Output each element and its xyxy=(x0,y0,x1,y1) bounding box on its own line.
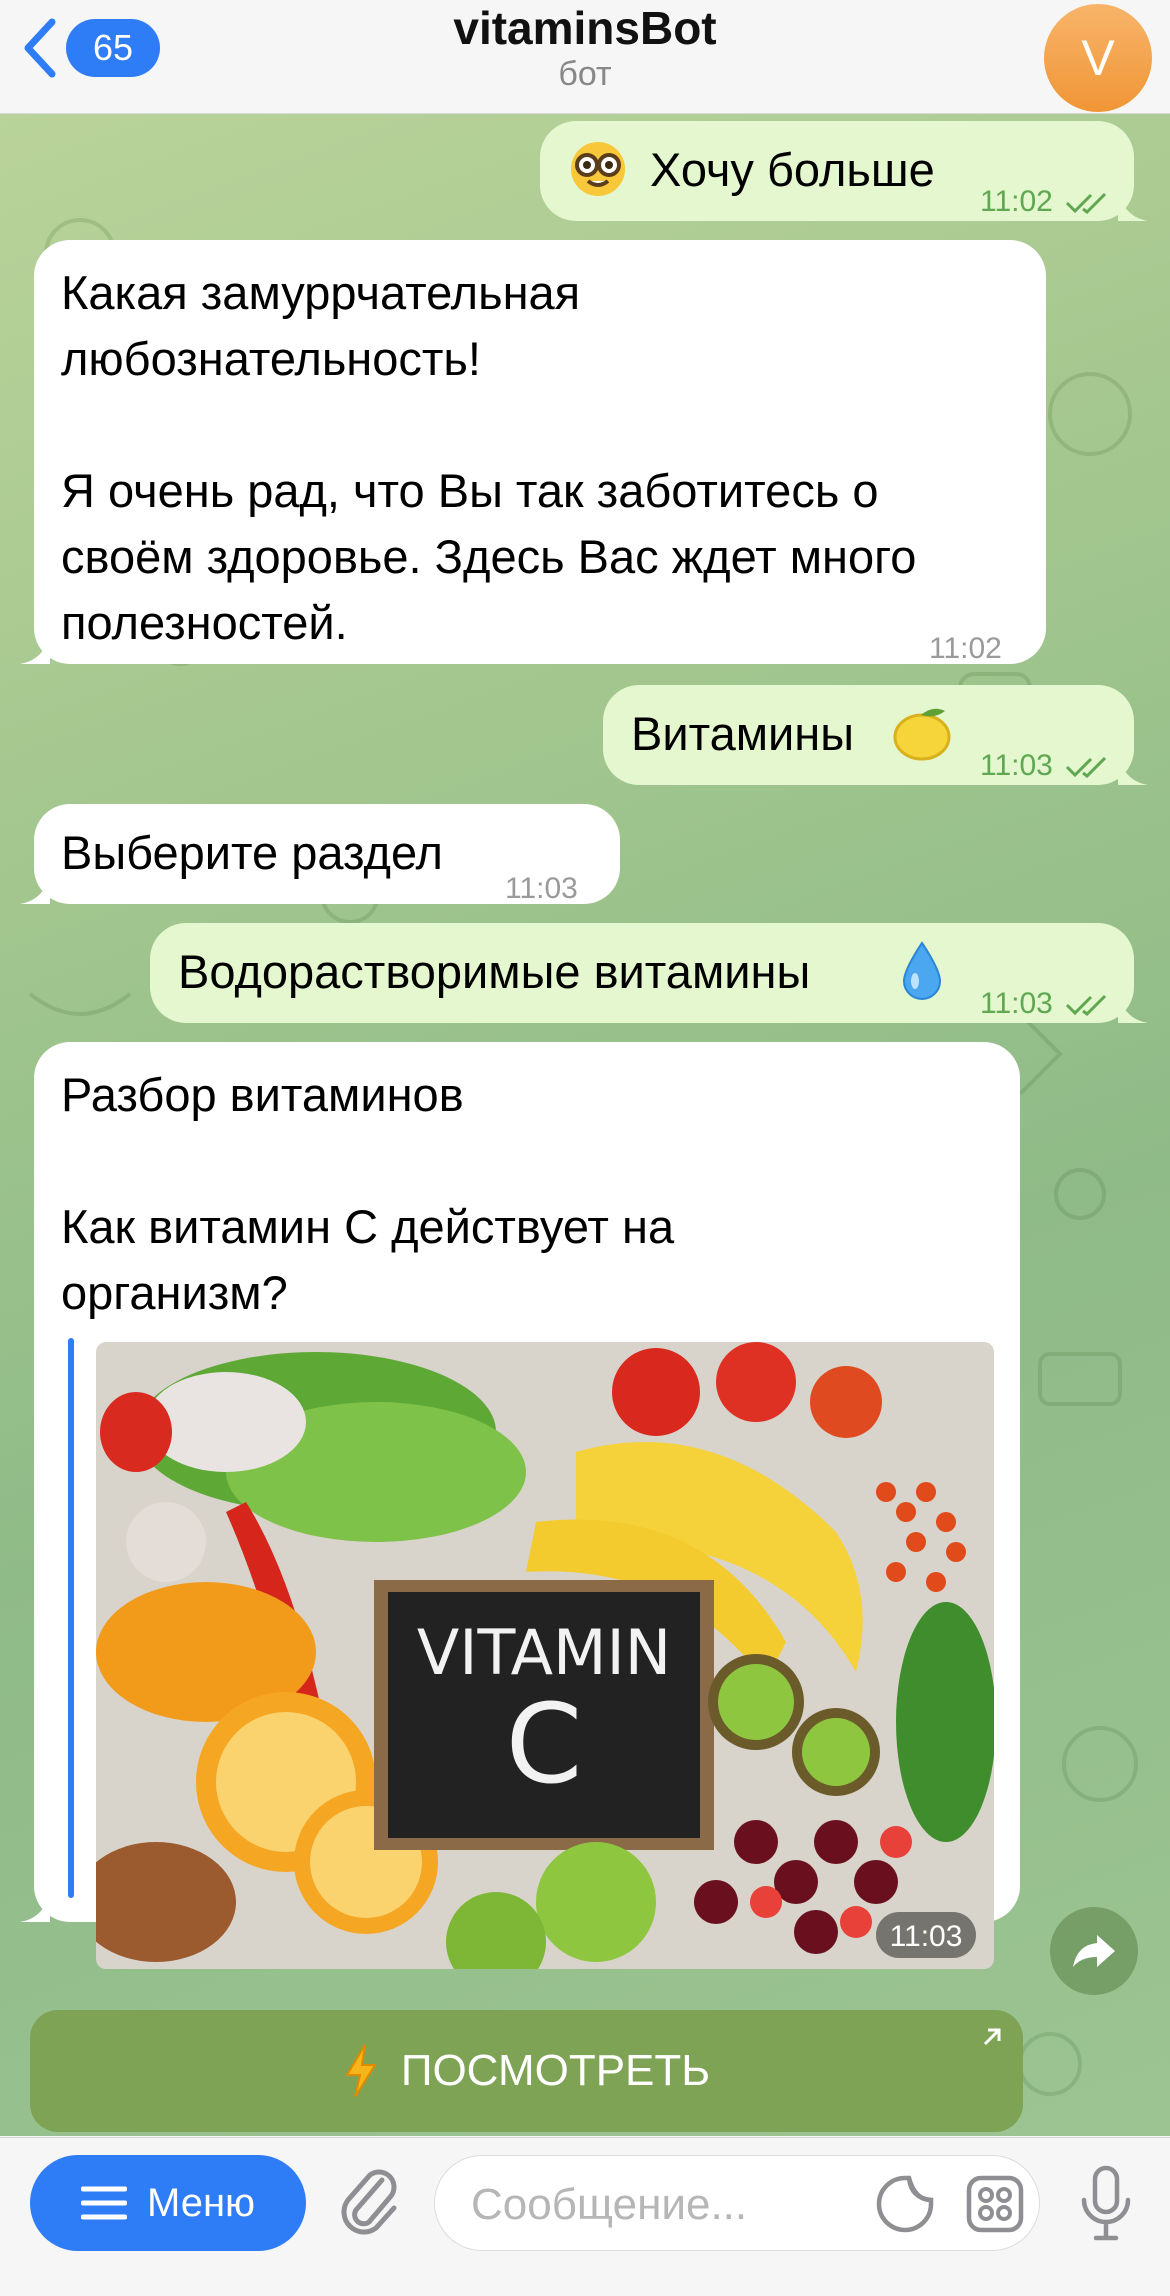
double-check-icon xyxy=(1066,757,1107,779)
input-bar: Меню Сообщение... xyxy=(0,2137,1170,2296)
microphone-icon[interactable] xyxy=(1078,2164,1134,2244)
message-input-placeholder: Сообщение... xyxy=(471,2180,748,2229)
message-text: Какая замуррчательная любознательность! … xyxy=(61,266,917,649)
double-check-icon xyxy=(1066,193,1107,215)
double-check-icon xyxy=(1066,995,1107,1017)
chat-title-block[interactable]: vitaminsBot бот xyxy=(0,0,1170,94)
paperclip-icon[interactable] xyxy=(338,2166,404,2242)
image-time: 11:03 xyxy=(890,1920,963,1953)
external-link-arrow-icon xyxy=(983,2028,1001,2046)
bubble-tail xyxy=(1118,755,1148,785)
message-time: 11:03 xyxy=(505,872,578,905)
sticker-icon[interactable] xyxy=(875,2174,935,2234)
bubble-tail xyxy=(20,634,50,664)
bubble-tail xyxy=(1118,993,1148,1023)
inline-button-label: ПОСМОТРЕТЬ xyxy=(400,2046,711,2095)
message-text: Разбор витаминов Как витамин С действует… xyxy=(61,1068,675,1319)
hamburger-menu-icon xyxy=(80,2186,127,2220)
message-outgoing[interactable]: Хочу больше 11:02 xyxy=(540,121,1148,221)
menu-button-label: Меню xyxy=(146,2180,256,2225)
droplet-icon xyxy=(902,941,942,1000)
vitamin-c-image[interactable]: VITAMIN C 11:03 xyxy=(96,1342,994,1969)
lightning-icon xyxy=(345,2044,377,2098)
message-text: Водорастворимые витамины xyxy=(178,945,811,998)
bot-commands-icon[interactable] xyxy=(965,2174,1025,2234)
bubble-tail xyxy=(20,874,50,904)
image-sign-line1: VITAMIN xyxy=(417,1616,671,1689)
message-outgoing[interactable]: Водорастворимые витамины 11:03 xyxy=(150,923,1148,1023)
image-sign-line2: C xyxy=(506,1680,583,1808)
avatar[interactable]: V xyxy=(1044,4,1152,112)
message-incoming[interactable]: Выберите раздел 11:03 xyxy=(20,804,620,905)
lemon-icon xyxy=(893,708,951,761)
nerd-face-icon xyxy=(571,142,625,196)
inline-button-view[interactable]: ПОСМОТРЕТЬ xyxy=(30,2010,1023,2132)
chat-header: 65 vitaminsBot бот V xyxy=(0,0,1170,114)
message-incoming[interactable]: Разбор витаминов Как витамин С действует… xyxy=(20,1042,1020,1969)
message-time: 11:02 xyxy=(929,632,1002,665)
message-input[interactable]: Сообщение... xyxy=(434,2155,1040,2251)
chat-subtitle: бот xyxy=(558,55,612,93)
message-text: Выберите раздел xyxy=(61,826,443,879)
forward-button[interactable] xyxy=(1050,1907,1138,1995)
message-text: Витамины xyxy=(631,707,855,760)
bubble-tail xyxy=(1118,191,1148,221)
message-text: Хочу больше xyxy=(650,143,935,196)
menu-button[interactable]: Меню xyxy=(30,2155,306,2251)
bubble-tail xyxy=(20,1892,50,1922)
message-time: 11:02 xyxy=(980,169,1109,235)
chat-title: vitaminsBot xyxy=(453,2,717,54)
chat-area[interactable]: Хочу больше 11:02 Какая замуррчательная … xyxy=(0,114,1170,2136)
message-time: 11:03 xyxy=(980,733,1109,799)
message-outgoing[interactable]: Витамины 11:03 xyxy=(603,685,1148,785)
message-time: 11:03 xyxy=(980,971,1109,1037)
link-preview-accent-bar xyxy=(68,1338,74,1898)
message-incoming[interactable]: Какая замуррчательная любознательность! … xyxy=(20,240,1046,665)
share-arrow-icon xyxy=(1073,1935,1115,1967)
